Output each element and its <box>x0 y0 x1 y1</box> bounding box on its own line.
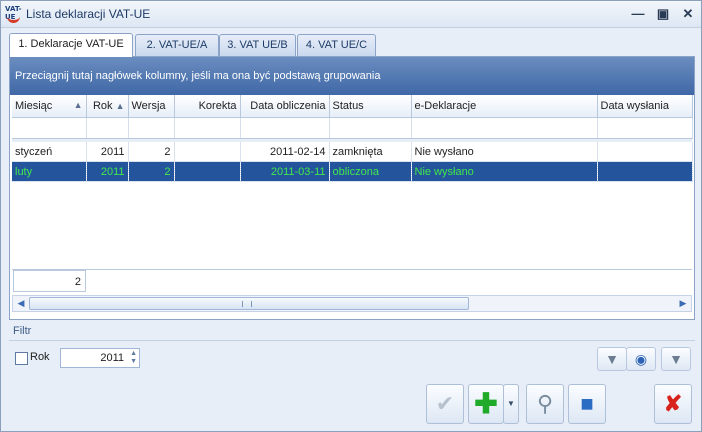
cell-data-wyslania <box>597 142 693 162</box>
filter-row <box>12 117 693 139</box>
col-header-korekta[interactable]: Korekta <box>174 95 241 118</box>
cell-data-wyslania <box>597 161 693 182</box>
cell-wersja: 2 <box>128 161 175 182</box>
col-header-miesiac[interactable]: Miesiąc ▲ <box>12 95 87 118</box>
filter-cell[interactable] <box>174 117 241 139</box>
scroll-left-icon[interactable]: ◀ <box>15 298 27 309</box>
close-x-icon: ✘ <box>663 391 683 416</box>
group-by-hint: Przeciągnij tutaj nagłówek kolumny, jeśl… <box>15 70 381 82</box>
year-stepper[interactable]: 2011 ▲ ▼ <box>60 348 140 368</box>
close-button[interactable]: ✘ <box>654 384 692 424</box>
filter-cell[interactable] <box>411 117 598 139</box>
cell-data-obliczenia: 2011-03-11 <box>240 161 330 182</box>
plus-icon: ✚ <box>474 388 498 419</box>
cell-e-deklaracje: Nie wysłano <box>411 142 598 162</box>
header-row: Miesiąc ▲ Rok ▲ Wersja Korekta Data oblic… <box>12 95 693 118</box>
table-row-selected[interactable]: luty 2011 2 2011-03-11 obliczona Nie wys… <box>12 161 693 182</box>
cell-miesiac: luty <box>12 161 87 182</box>
col-header-data-obliczenia[interactable]: Data obliczenia <box>240 95 330 118</box>
scrollbar-thumb[interactable] <box>29 297 469 310</box>
col-header-data-wyslania[interactable]: Data wysłania <box>597 95 693 118</box>
clear-filter-icon[interactable]: ◉ <box>626 347 656 371</box>
advanced-filter-icon[interactable]: ▼ <box>661 347 691 371</box>
group-by-area[interactable]: Przeciągnij tutaj nagłówek kolumny, jeśl… <box>10 57 694 95</box>
magnifier-icon: ⚲ <box>536 391 554 416</box>
cell-status: zamknięta <box>329 142 412 162</box>
preview-button[interactable]: ⚲ <box>526 384 564 424</box>
tab-deklaracje-vat-ue[interactable]: 1. Deklaracje VAT-UE <box>9 33 133 57</box>
year-filter-checkbox[interactable] <box>15 352 28 365</box>
tab-vat-ue-a[interactable]: 2. VAT-UE/A <box>135 34 219 56</box>
filter-divider <box>9 340 695 341</box>
delete-button[interactable]: ■ <box>568 384 606 424</box>
minimize-icon[interactable]: — <box>629 6 647 22</box>
filter-cell[interactable] <box>12 117 87 139</box>
cell-rok: 2011 <box>86 142 129 162</box>
summary-row <box>12 269 692 294</box>
close-icon[interactable]: ✕ <box>679 6 697 22</box>
horizontal-scrollbar[interactable]: ◀ ▶ <box>12 295 692 312</box>
cell-korekta <box>174 161 241 182</box>
tab-vat-ue-c[interactable]: 4. VAT UE/C <box>297 34 376 56</box>
approve-button[interactable]: ✔ <box>426 384 464 424</box>
add-button[interactable]: ✚ <box>468 384 504 424</box>
add-dropdown-button[interactable]: ▼ <box>503 384 519 424</box>
col-header-rok[interactable]: Rok ▲ <box>86 95 129 118</box>
tab-vat-ue-b[interactable]: 3. VAT UE/B <box>219 34 296 56</box>
year-filter-label: Rok <box>30 351 50 363</box>
cell-miesiac: styczeń <box>12 142 87 162</box>
col-header-wersja[interactable]: Wersja <box>128 95 175 118</box>
cell-e-deklaracje: Nie wysłano <box>411 161 598 182</box>
filter-section-label: Filtr <box>13 325 32 337</box>
cell-rok: 2011 <box>86 161 129 182</box>
cell-status: obliczona <box>329 161 412 182</box>
sort-up-icon: ▲ <box>73 100 83 110</box>
filter-cell[interactable] <box>329 117 412 139</box>
filter-icon[interactable]: ▼ <box>597 347 627 371</box>
maximize-icon[interactable]: ▣ <box>654 6 672 22</box>
declarations-grid: Miesiąc ▲ Rok ▲ Wersja Korekta Data oblic… <box>12 95 693 182</box>
main-window: VAT-UE Lista deklaracji VAT-UE — ▣ ✕ 1. … <box>0 0 702 432</box>
chevron-down-icon: ▼ <box>507 399 515 408</box>
scroll-right-icon[interactable]: ▶ <box>677 298 689 309</box>
trash-icon: ■ <box>580 391 594 416</box>
cell-korekta <box>174 142 241 162</box>
col-header-status[interactable]: Status <box>329 95 412 118</box>
filter-cell[interactable] <box>86 117 129 139</box>
table-row[interactable]: styczeń 2011 2 2011-02-14 zamknięta Nie … <box>12 142 693 162</box>
sort-up-icon: ▲ <box>115 101 125 111</box>
col-header-e-deklaracje[interactable]: e-Deklaracje <box>411 95 598 118</box>
filter-cell[interactable] <box>128 117 175 139</box>
title-bar: VAT-UE Lista deklaracji VAT-UE — ▣ ✕ <box>1 1 701 28</box>
year-value: 2011 <box>100 352 124 364</box>
checkmark-icon: ✔ <box>435 391 455 416</box>
cell-wersja: 2 <box>128 142 175 162</box>
record-count: 2 <box>13 270 86 292</box>
spin-arrows-icon[interactable]: ▲ ▼ <box>130 350 137 366</box>
filter-cell[interactable] <box>240 117 330 139</box>
filter-cell[interactable] <box>597 117 693 139</box>
cell-data-obliczenia: 2011-02-14 <box>240 142 330 162</box>
list-panel: Przeciągnij tutaj nagłówek kolumny, jeśl… <box>9 56 695 320</box>
vat-ue-app-icon: VAT-UE <box>5 5 23 23</box>
window-title: Lista deklaracji VAT-UE <box>26 7 151 21</box>
